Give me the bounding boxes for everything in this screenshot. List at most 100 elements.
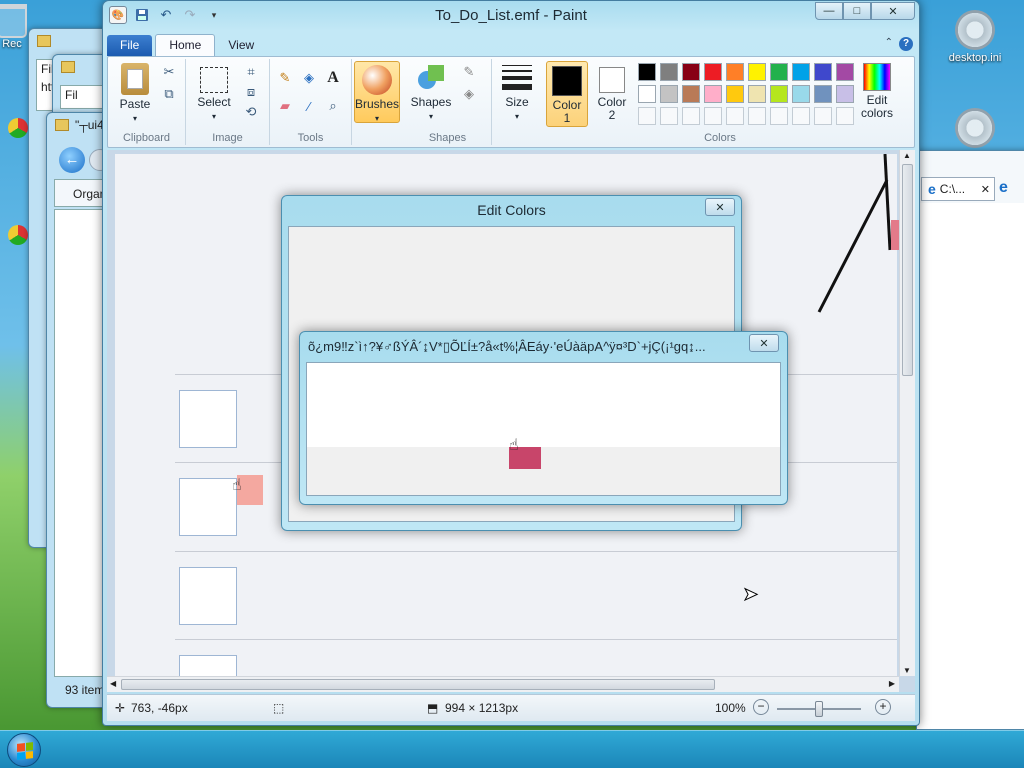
vertical-scrollbar[interactable]: ▲ ▼ xyxy=(899,150,915,676)
edit-colors-close-button[interactable]: ✕ xyxy=(705,198,735,216)
edit-colors-title: Edit Colors xyxy=(477,202,546,218)
shapes-button[interactable]: Shapes ▾ xyxy=(408,63,454,123)
tab-view[interactable]: View xyxy=(215,35,267,56)
text-icon[interactable]: A xyxy=(324,69,342,87)
start-button[interactable] xyxy=(7,733,41,767)
custom-color-slot[interactable] xyxy=(682,107,700,125)
pencil-icon[interactable]: ✎ xyxy=(276,69,294,87)
custom-color-slot[interactable] xyxy=(704,107,722,125)
color-swatch[interactable] xyxy=(704,85,722,103)
vertical-scroll-thumb[interactable] xyxy=(902,164,913,376)
hand-cursor-icon: ☝ xyxy=(509,437,519,454)
custom-color-slot[interactable] xyxy=(836,107,854,125)
checkbox-1[interactable] xyxy=(179,390,237,448)
custom-color-slot[interactable] xyxy=(770,107,788,125)
tab-home[interactable]: Home xyxy=(155,34,216,56)
color-swatch[interactable] xyxy=(792,63,810,81)
ie-new-tab-icon[interactable]: e xyxy=(999,179,1008,197)
ie-tab[interactable]: e C:\... ✕ xyxy=(921,177,995,201)
color2-button[interactable]: Color 2 xyxy=(592,61,632,127)
paste-label: Paste xyxy=(119,97,151,111)
zoom-out-button[interactable]: − xyxy=(753,699,769,715)
custom-color-slot[interactable] xyxy=(638,107,656,125)
color2-label: Color 2 xyxy=(597,95,627,122)
color-swatch[interactable] xyxy=(814,85,832,103)
color-swatch[interactable] xyxy=(836,63,854,81)
minimize-ribbon-icon[interactable]: ⌃ xyxy=(885,37,893,51)
zoom-slider[interactable] xyxy=(777,701,861,717)
outline-icon[interactable]: ✎ xyxy=(460,63,478,81)
minimize-button[interactable]: — xyxy=(815,2,843,20)
taskbar xyxy=(0,730,1024,768)
color1-button[interactable]: Color 1 xyxy=(546,61,588,127)
eraser-icon[interactable]: ▰ xyxy=(276,97,294,115)
desktop-icon-gear-2[interactable] xyxy=(940,108,1010,150)
color-swatch[interactable] xyxy=(638,63,656,81)
help-icon[interactable]: ? xyxy=(899,37,913,51)
explorer-title: "┬ui4 xyxy=(75,118,104,132)
fill-icon[interactable]: ◈ xyxy=(300,69,318,87)
rotate-icon[interactable]: ⟲ xyxy=(242,103,260,121)
ie-window[interactable]: e C:\... ✕ e xyxy=(916,150,1024,730)
color-swatch[interactable] xyxy=(660,63,678,81)
horizontal-scrollbar[interactable]: ◀ ▶ xyxy=(107,676,899,692)
desktop-icon-chrome-1[interactable] xyxy=(8,118,28,138)
size-button[interactable]: Size ▾ xyxy=(496,63,538,123)
color-swatch[interactable] xyxy=(660,85,678,103)
custom-color-slot[interactable] xyxy=(726,107,744,125)
garbled-dialog-close-button[interactable]: ✕ xyxy=(749,334,779,352)
scroll-up-arrow[interactable]: ▲ xyxy=(903,151,911,160)
color-swatch[interactable] xyxy=(836,85,854,103)
color-swatch[interactable] xyxy=(748,85,766,103)
back-button[interactable]: ← xyxy=(59,147,85,173)
brushes-button[interactable]: Brushes ▾ xyxy=(354,61,400,123)
paste-button[interactable]: Paste ▾ xyxy=(114,63,156,125)
color-swatch[interactable] xyxy=(638,85,656,103)
checkbox-3[interactable] xyxy=(179,567,237,625)
color-swatch[interactable] xyxy=(726,63,744,81)
color-swatch[interactable] xyxy=(682,63,700,81)
magnifier-icon[interactable]: ⌕ xyxy=(324,97,342,115)
desktop-icon-desktop-ini[interactable]: desktop.ini xyxy=(940,10,1010,64)
custom-color-slot[interactable] xyxy=(660,107,678,125)
resize-icon[interactable]: ⧈ xyxy=(242,83,260,101)
custom-color-slot[interactable] xyxy=(792,107,810,125)
color-swatch[interactable] xyxy=(770,63,788,81)
color-swatch[interactable] xyxy=(682,85,700,103)
garbled-dialog[interactable]: õ¿m9‼z`ì↑?¥♂ßÝÂ´↨V*▯ÕĽÍ±?å«t%¦ÂEáy·'eÚàä… xyxy=(299,331,788,505)
edit-colors-label: Edit colors xyxy=(860,93,893,120)
fill-shape-icon[interactable]: ◈ xyxy=(460,85,478,103)
color-swatch[interactable] xyxy=(814,63,832,81)
row-separator xyxy=(175,551,897,552)
scroll-right-arrow[interactable]: ▶ xyxy=(889,679,895,688)
title-bar[interactable]: 🎨 ↶ ↷ ▾ To_Do_List.emf - Paint — □ ✕ xyxy=(103,1,919,31)
select-button[interactable]: Select ▾ xyxy=(192,63,236,123)
tab-file[interactable]: File xyxy=(107,35,153,56)
copy-icon[interactable]: ⧉ xyxy=(160,85,178,103)
crop-icon[interactable]: ⌗ xyxy=(242,63,260,81)
close-button[interactable]: ✕ xyxy=(871,2,915,20)
desktop-icon-chrome-2[interactable] xyxy=(8,225,28,245)
select-icon xyxy=(200,67,228,93)
brushes-label: Brushes xyxy=(355,97,400,111)
scroll-left-arrow[interactable]: ◀ xyxy=(110,679,116,688)
horizontal-scroll-thumb[interactable] xyxy=(121,679,715,690)
close-icon[interactable]: ✕ xyxy=(981,183,990,196)
color-swatch[interactable] xyxy=(748,63,766,81)
size-label: Size xyxy=(505,95,529,109)
cut-icon[interactable]: ✂ xyxy=(160,63,178,81)
color-swatch[interactable] xyxy=(704,63,722,81)
color-picker-icon[interactable]: ⁄ xyxy=(300,97,318,115)
color-swatch[interactable] xyxy=(792,85,810,103)
maximize-button[interactable]: □ xyxy=(843,2,871,20)
scroll-down-arrow[interactable]: ▼ xyxy=(903,666,911,675)
zoom-slider-thumb[interactable] xyxy=(815,701,823,717)
color-swatch[interactable] xyxy=(770,85,788,103)
checkbox-2[interactable] xyxy=(179,478,237,536)
zoom-in-button[interactable]: + xyxy=(875,699,891,715)
custom-color-slot[interactable] xyxy=(748,107,766,125)
color-swatch[interactable] xyxy=(726,85,744,103)
custom-color-slot[interactable] xyxy=(814,107,832,125)
edit-colors-button[interactable]: Edit colors xyxy=(856,63,898,120)
colors-label: Colors xyxy=(704,132,736,144)
